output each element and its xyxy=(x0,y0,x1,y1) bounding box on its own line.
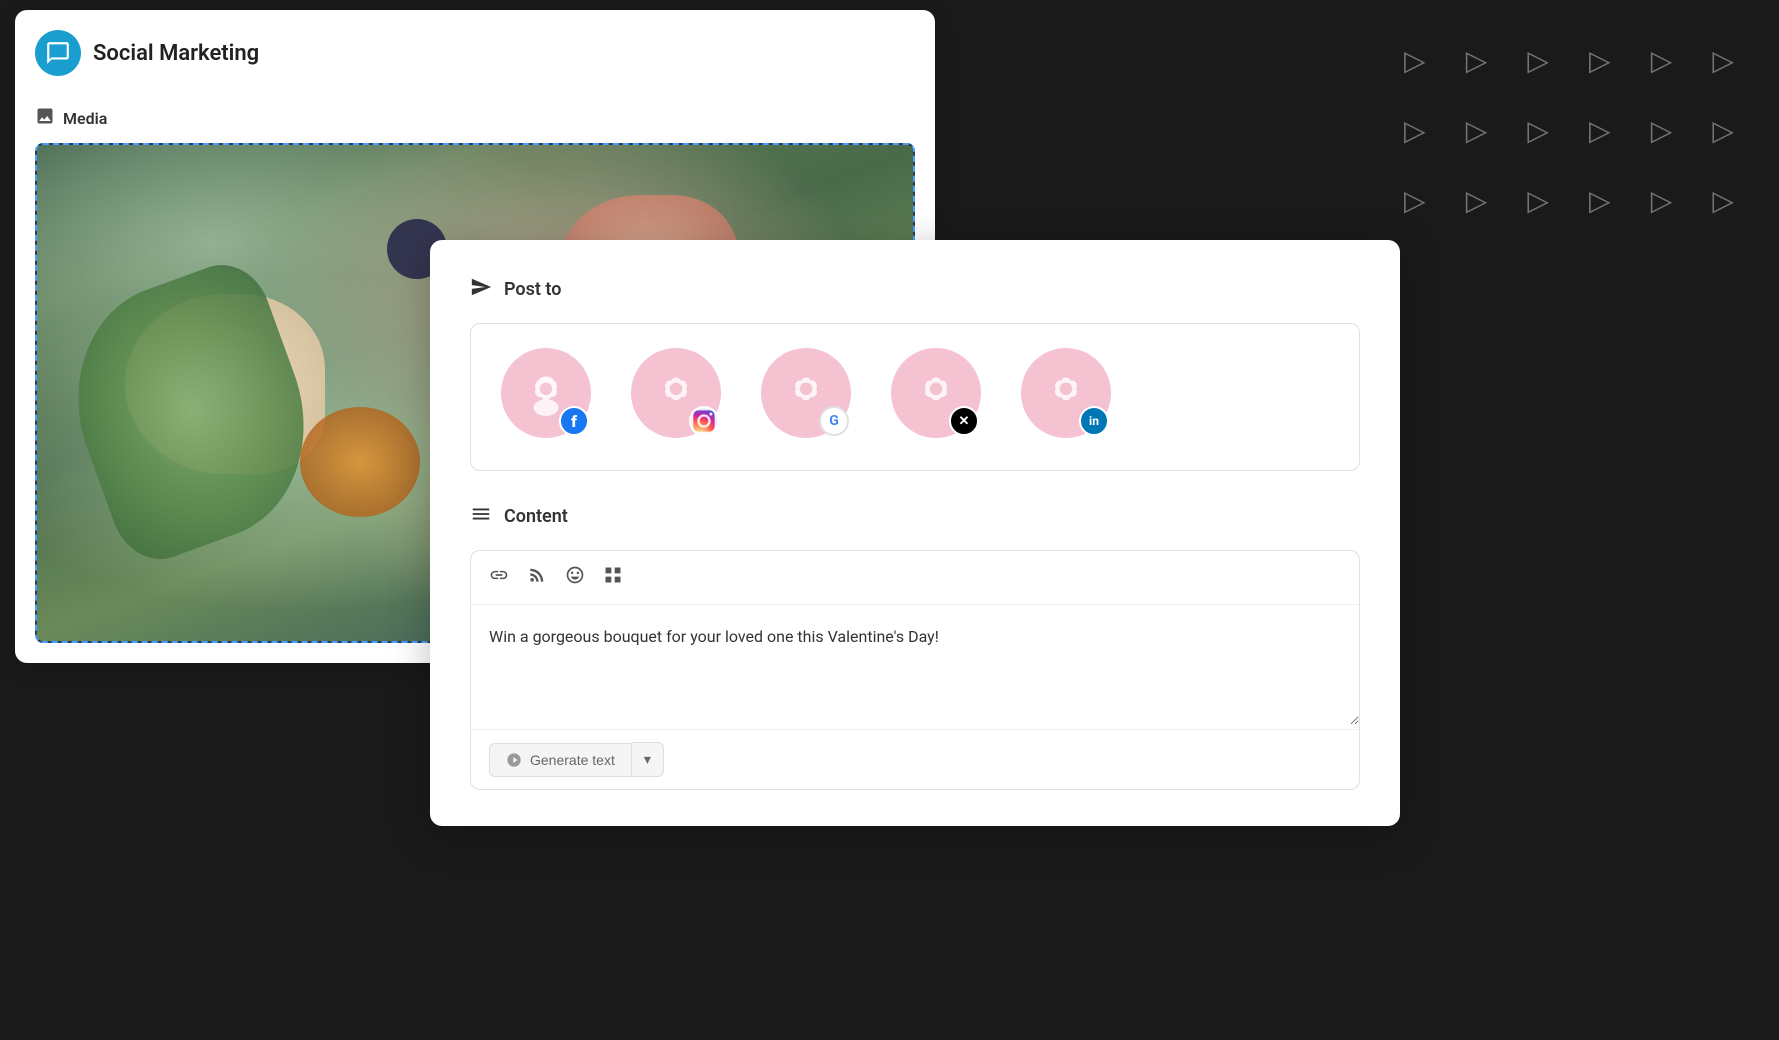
generate-dropdown-button[interactable]: ▾ xyxy=(632,742,664,777)
arrow-icon: ▷ xyxy=(1574,170,1626,230)
arrow-icon: ▷ xyxy=(1697,100,1749,160)
social-marketing-icon xyxy=(35,30,81,76)
arrow-icon: ▷ xyxy=(1451,170,1503,230)
instagram-avatar xyxy=(631,348,721,438)
arrow-icon: ▷ xyxy=(1512,100,1564,160)
media-text: Media xyxy=(63,109,107,128)
content-label: Content xyxy=(470,503,1360,530)
linkedin-avatar: in xyxy=(1021,348,1111,438)
arrow-icon: ▷ xyxy=(1697,30,1749,90)
arrow-icon: ▷ xyxy=(1451,100,1503,160)
media-icon xyxy=(35,106,55,131)
x-badge: ✕ xyxy=(949,406,979,436)
arrow-icon: ▷ xyxy=(1636,100,1688,160)
content-box-wrapper: Win a gorgeous bouquet for your loved on… xyxy=(470,550,1360,790)
arrow-icon: ▷ xyxy=(1389,170,1441,230)
google-avatar: G xyxy=(761,348,851,438)
content-box: Win a gorgeous bouquet for your loved on… xyxy=(470,550,1360,790)
linkedin-badge: in xyxy=(1079,406,1109,436)
google-badge: G xyxy=(819,406,849,436)
post-to-icon xyxy=(470,276,492,303)
arrow-icon: ▷ xyxy=(1451,30,1503,90)
arrow-icon: ▷ xyxy=(1636,170,1688,230)
instagram-badge xyxy=(689,406,719,436)
emoji-icon[interactable] xyxy=(565,565,585,590)
link-icon[interactable] xyxy=(489,565,509,590)
content-section: Content xyxy=(470,503,1360,790)
background-arrows: ▷ ▷ ▷ ▷ ▷ ▷ ▷ ▷ ▷ ▷ ▷ ▷ ▷ ▷ ▷ ▷ ▷ ▷ xyxy=(1359,0,1779,260)
content-text: Content xyxy=(504,506,568,527)
post-to-text: Post to xyxy=(504,279,561,300)
card-header: Social Marketing xyxy=(35,30,915,86)
arrow-icon: ▷ xyxy=(1389,100,1441,160)
facebook-badge: f xyxy=(559,406,589,436)
social-account-google[interactable]: G xyxy=(761,348,851,446)
social-account-instagram[interactable] xyxy=(631,348,721,446)
content-toolbar xyxy=(471,551,1359,605)
main-content-card: Post to xyxy=(430,240,1400,826)
arrow-icon: ▷ xyxy=(1512,170,1564,230)
generate-row: Generate text ▾ xyxy=(471,729,1359,789)
arrow-icon: ▷ xyxy=(1697,170,1749,230)
generate-text-button[interactable]: Generate text xyxy=(489,743,632,777)
facebook-avatar: f xyxy=(501,348,591,438)
arrow-icon: ▷ xyxy=(1574,100,1626,160)
media-label: Media xyxy=(35,106,915,131)
arrow-icon: ▷ xyxy=(1389,30,1441,90)
orange-flower xyxy=(300,407,420,517)
rss-icon[interactable] xyxy=(527,565,547,590)
social-marketing-title: Social Marketing xyxy=(93,41,259,66)
x-avatar: ✕ xyxy=(891,348,981,438)
social-accounts-container: f xyxy=(470,323,1360,471)
content-textarea[interactable]: Win a gorgeous bouquet for your loved on… xyxy=(471,605,1359,725)
social-account-x[interactable]: ✕ xyxy=(891,348,981,446)
arrow-icon: ▷ xyxy=(1574,30,1626,90)
arrow-icon: ▷ xyxy=(1512,30,1564,90)
social-account-linkedin[interactable]: in xyxy=(1021,348,1111,446)
post-to-label: Post to xyxy=(470,276,1360,303)
social-account-facebook[interactable]: f xyxy=(501,348,591,446)
content-icon xyxy=(470,503,492,530)
grid-icon[interactable] xyxy=(603,565,623,590)
arrow-icon: ▷ xyxy=(1636,30,1688,90)
generate-text-label: Generate text xyxy=(530,752,615,768)
